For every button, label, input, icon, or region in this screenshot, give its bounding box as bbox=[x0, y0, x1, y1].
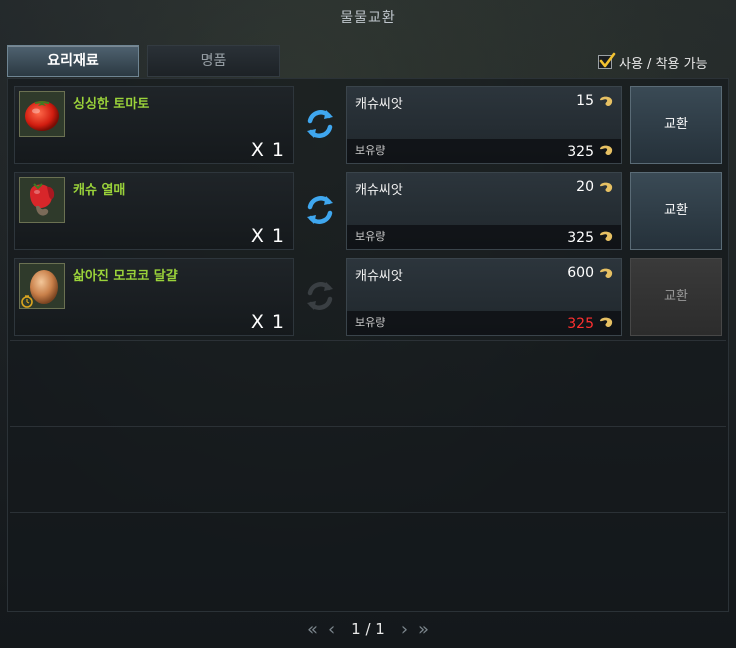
tab-luxury-goods[interactable]: 명품 bbox=[147, 45, 280, 77]
reward-item-name: 싱싱한 토마토 bbox=[73, 97, 150, 112]
egg-icon bbox=[19, 263, 65, 309]
cashew-seed-icon bbox=[600, 96, 613, 107]
cashew-seed-icon bbox=[600, 182, 613, 193]
cashew-seed-icon bbox=[600, 268, 613, 279]
tomato-icon bbox=[19, 91, 65, 137]
empty-row bbox=[10, 426, 726, 510]
usable-filter-checkbox[interactable] bbox=[598, 52, 616, 69]
usable-filter-toggle[interactable]: 사용 / 착용 가능 bbox=[598, 52, 728, 72]
owned-strip: 보유량 325 bbox=[347, 311, 621, 335]
checkmark-icon bbox=[599, 52, 616, 68]
currency-name: 캐슈씨앗 bbox=[355, 97, 403, 112]
owned-label: 보유량 bbox=[355, 144, 386, 157]
owned-amount: 325 bbox=[567, 144, 594, 160]
owned-amount-insufficient: 325 bbox=[567, 316, 594, 332]
owned-amount: 325 bbox=[567, 230, 594, 246]
cashew-fruit-icon bbox=[19, 177, 65, 223]
reward-item-name: 삶아진 모코코 달걀 bbox=[73, 269, 178, 284]
owned-strip: 보유량 325 bbox=[347, 225, 621, 249]
owned-strip: 보유량 325 bbox=[347, 139, 621, 163]
reward-item-name: 캐슈 열매 bbox=[73, 183, 126, 198]
empty-row bbox=[10, 340, 726, 424]
reward-item-slot[interactable]: 싱싱한 토마토 X 1 bbox=[14, 86, 294, 164]
reward-quantity: X 1 bbox=[250, 225, 285, 247]
next-page-icon[interactable]: › bbox=[401, 619, 408, 640]
owned-label: 보유량 bbox=[355, 230, 386, 243]
cashew-seed-icon bbox=[600, 145, 613, 156]
prev-page-icon[interactable]: ‹ bbox=[328, 619, 335, 640]
barter-window: 물물교환 요리재료 명품 사용 / 착용 가능 싱싱한 토마토 X 1 캐슈씨앗… bbox=[0, 0, 736, 648]
currency-name: 캐슈씨앗 bbox=[355, 269, 403, 284]
reward-quantity: X 1 bbox=[250, 311, 285, 333]
exchange-button[interactable]: 교환 bbox=[630, 172, 722, 250]
exchange-button-disabled: 교환 bbox=[630, 258, 722, 336]
page-indicator: 1 / 1 bbox=[351, 620, 385, 638]
last-page-icon[interactable]: » bbox=[418, 619, 429, 640]
cost-amount: 15 bbox=[576, 93, 594, 109]
cashew-seed-icon bbox=[600, 231, 613, 242]
cost-panel: 캐슈씨앗 600 보유량 325 bbox=[346, 258, 622, 336]
cost-amount: 20 bbox=[576, 179, 594, 195]
trade-row: 삶아진 모코코 달걀 X 1 캐슈씨앗 600 보유량 325 교환 bbox=[14, 250, 726, 336]
trade-row: 캐슈 열매 X 1 캐슈씨앗 20 보유량 325 교환 bbox=[14, 164, 726, 250]
reward-item-slot[interactable]: 캐슈 열매 X 1 bbox=[14, 172, 294, 250]
cost-panel: 캐슈씨앗 15 보유량 325 bbox=[346, 86, 622, 164]
pagination: « ‹ 1 / 1 › » bbox=[0, 614, 736, 644]
cost-amount: 600 bbox=[567, 265, 594, 281]
trade-row: 싱싱한 토마토 X 1 캐슈씨앗 15 보유량 325 교환 bbox=[14, 78, 726, 164]
cost-panel: 캐슈씨앗 20 보유량 325 bbox=[346, 172, 622, 250]
exchange-button[interactable]: 교환 bbox=[630, 86, 722, 164]
first-page-icon[interactable]: « bbox=[307, 619, 318, 640]
owned-label: 보유량 bbox=[355, 316, 386, 329]
exchange-arrows-icon bbox=[307, 110, 333, 138]
empty-row bbox=[10, 512, 726, 596]
reward-quantity: X 1 bbox=[250, 139, 285, 161]
tab-cooking-ingredients[interactable]: 요리재료 bbox=[7, 45, 139, 77]
usable-filter-label: 사용 / 착용 가능 bbox=[619, 56, 708, 72]
reward-item-slot[interactable]: 삶아진 모코코 달걀 X 1 bbox=[14, 258, 294, 336]
cashew-seed-icon bbox=[600, 317, 613, 328]
currency-name: 캐슈씨앗 bbox=[355, 183, 403, 198]
exchange-arrows-icon bbox=[307, 282, 333, 310]
exchange-arrows-icon bbox=[307, 196, 333, 224]
window-title: 물물교환 bbox=[340, 10, 396, 26]
